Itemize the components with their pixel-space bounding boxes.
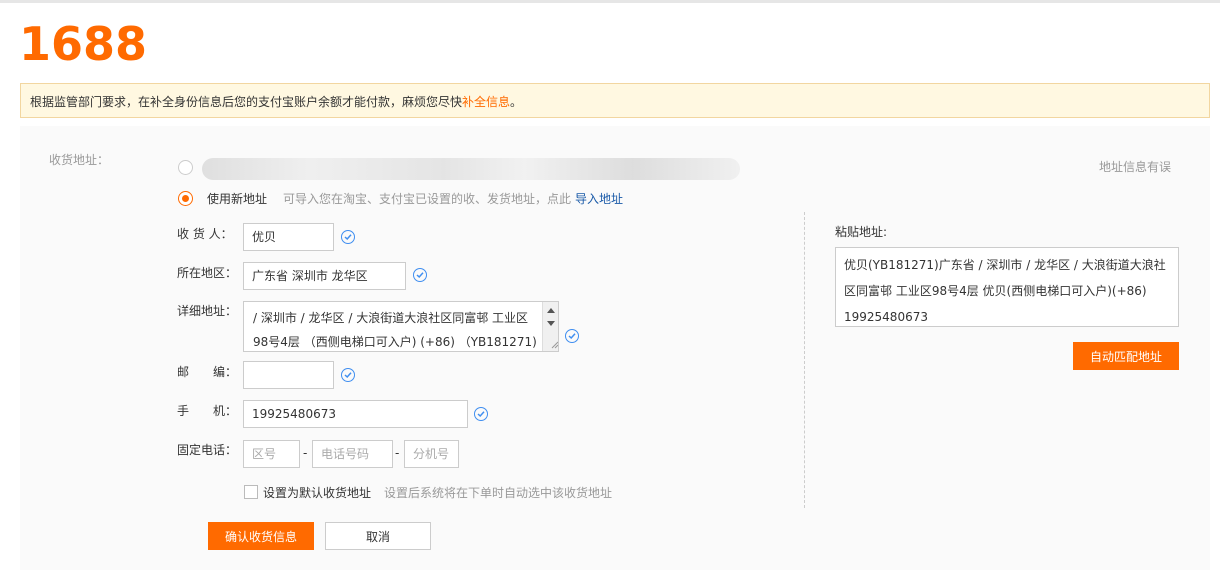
extension-input[interactable]: 分机号 bbox=[404, 440, 459, 468]
mobile-input[interactable]: 19925480673 bbox=[243, 400, 468, 428]
notice-end: 。 bbox=[510, 95, 523, 109]
consignee-label: 收 货 人： bbox=[177, 227, 233, 241]
phone-number-input[interactable]: 电话号码 bbox=[312, 440, 393, 468]
region-valid-check-icon bbox=[413, 268, 427, 282]
saved-address-blurred bbox=[202, 158, 740, 180]
complete-info-link[interactable]: 补全信息 bbox=[462, 95, 510, 109]
region-select[interactable]: 广东省 深圳市 龙华区 bbox=[243, 262, 406, 290]
area-code-input[interactable]: 区号 bbox=[243, 440, 300, 468]
detail-valid-check-icon bbox=[565, 329, 579, 343]
phone-separator-1: - bbox=[303, 446, 308, 460]
detail-address-label: 详细地址： bbox=[177, 304, 238, 318]
import-hint-text: 可导入您在淘宝、支付宝已设置的收、发货地址，点此 bbox=[283, 192, 572, 206]
paste-line-3: 19925480673 bbox=[844, 310, 928, 324]
postcode-input[interactable] bbox=[243, 361, 334, 389]
shipping-address-label: 收货地址： bbox=[49, 153, 110, 167]
mobile-label: 手 机： bbox=[177, 404, 238, 418]
phone-separator-2: - bbox=[395, 446, 400, 460]
textarea-scrollbar[interactable] bbox=[542, 302, 558, 351]
scroll-arrows-icon bbox=[547, 308, 558, 349]
logo-1688[interactable]: 1688 bbox=[19, 18, 147, 70]
consignee-valid-check-icon bbox=[341, 230, 355, 244]
detail-address-textarea[interactable]: / 深圳市 / 龙华区 / 大浪街道大浪社区同富邨 工业区 98号4层 （西侧电… bbox=[243, 301, 559, 352]
import-address-link[interactable]: 导入地址 bbox=[575, 190, 623, 207]
address-error-link[interactable]: 地址信息有误 bbox=[1099, 158, 1171, 175]
notice-text: 根据监管部门要求，在补全身份信息后您的支付宝账户余额才能付款，麻烦您尽快 bbox=[30, 95, 463, 109]
mobile-valid-check-icon bbox=[474, 407, 488, 421]
new-address-radio[interactable] bbox=[178, 191, 193, 206]
postcode-valid-check-icon bbox=[341, 368, 355, 382]
cancel-button[interactable]: 取消 bbox=[325, 522, 431, 550]
paste-address-textarea[interactable]: 优贝(YB181271)广东省 / 深圳市 / 龙华区 / 大浪街道大浪社 区同… bbox=[835, 247, 1179, 327]
default-address-label[interactable]: 设置为默认收货地址 bbox=[263, 484, 371, 501]
new-address-label: 使用新地址 bbox=[207, 192, 268, 206]
top-border bbox=[0, 0, 1220, 3]
section-divider bbox=[804, 212, 805, 508]
default-address-checkbox[interactable] bbox=[244, 485, 258, 499]
paste-line-1: 优贝(YB181271)广东省 / 深圳市 / 龙华区 / 大浪街道大浪社 bbox=[844, 258, 1166, 272]
paste-address-label: 粘贴地址: bbox=[835, 225, 888, 239]
consignee-input[interactable]: 优贝 bbox=[243, 223, 334, 251]
region-label: 所在地区： bbox=[177, 266, 238, 280]
confirm-address-button[interactable]: 确认收货信息 bbox=[208, 522, 314, 550]
paste-line-2: 区同富邨 工业区98号4层 优贝(西侧电梯口可入户)(+86) bbox=[844, 284, 1147, 298]
detail-line-1: / 深圳市 / 龙华区 / 大浪街道大浪社区同富邨 工业区 bbox=[253, 311, 529, 325]
detail-line-2: 98号4层 （西侧电梯口可入户) (+86) （YB181271) bbox=[253, 335, 537, 349]
landline-label: 固定电话： bbox=[177, 443, 238, 457]
saved-address-radio[interactable] bbox=[178, 160, 193, 175]
default-address-hint: 设置后系统将在下单时自动选中该收货地址 bbox=[384, 486, 613, 500]
auto-match-address-button[interactable]: 自动匹配地址 bbox=[1073, 342, 1179, 370]
postcode-label: 邮 编： bbox=[177, 365, 238, 379]
identity-notice-banner: 根据监管部门要求，在补全身份信息后您的支付宝账户余额才能付款，麻烦您尽快补全信息… bbox=[20, 83, 1210, 118]
